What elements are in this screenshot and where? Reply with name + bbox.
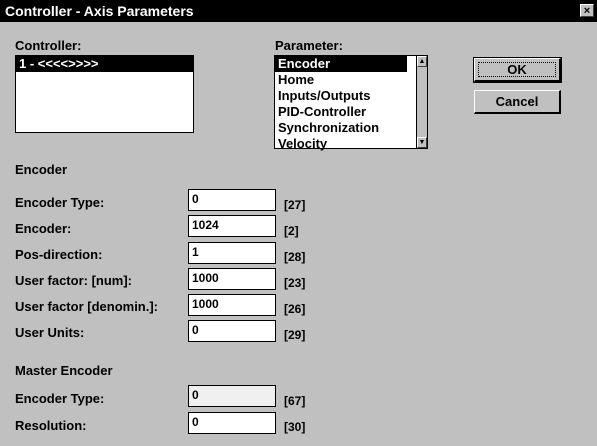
user-factor-denomin-code: [26] — [284, 302, 306, 316]
user-factor-num-code: [23] — [284, 276, 306, 290]
encoder-label: Encoder: — [15, 221, 72, 236]
user-units-field[interactable]: 0 — [188, 320, 276, 342]
controller-listbox[interactable]: 1 - <<<<>>>> — [15, 55, 194, 133]
master-encoder-type-label: Encoder Type: — [15, 391, 105, 406]
resolution-label: Resolution: — [15, 418, 87, 433]
parameter-item-synchronization[interactable]: Synchronization — [275, 120, 427, 136]
axis-parameters-dialog: Controller - Axis Parameters × Controlle… — [0, 0, 597, 446]
resolution-field[interactable]: 0 — [188, 412, 276, 434]
parameter-item-velocity[interactable]: Velocity — [275, 136, 427, 152]
focus-rectangle — [478, 62, 556, 77]
cancel-button[interactable]: Cancel — [474, 90, 561, 114]
resolution-code: [30] — [284, 420, 306, 434]
parameter-listbox[interactable]: Encoder Home Inputs/Outputs PID-Controll… — [274, 55, 428, 152]
encoder-type-label: Encoder Type: — [15, 195, 105, 210]
close-button[interactable]: × — [580, 4, 594, 17]
user-factor-denomin-field[interactable]: 1000 — [188, 294, 276, 316]
window-title: Controller - Axis Parameters — [5, 3, 194, 19]
controller-item[interactable]: 1 - <<<<>>>> — [16, 56, 193, 72]
pos-direction-code: [28] — [284, 250, 306, 264]
user-units-code: [29] — [284, 328, 306, 342]
scroll-down-arrow-icon[interactable]: ▼ — [417, 137, 427, 148]
user-factor-denomin-label: User factor [denomin.]: — [15, 299, 159, 314]
encoder-code: [2] — [284, 224, 299, 238]
parameter-item-home[interactable]: Home — [275, 72, 427, 88]
master-encoder-heading: Master Encoder — [15, 363, 113, 378]
cancel-button-label: Cancel — [495, 94, 539, 109]
master-encoder-type-code: [67] — [284, 394, 306, 408]
pos-direction-field[interactable]: 1 — [188, 242, 276, 264]
ok-button[interactable]: OK — [473, 57, 562, 83]
encoder-field[interactable]: 1024 — [188, 215, 276, 237]
parameter-scrollbar[interactable]: ▲ ▼ — [416, 56, 427, 148]
parameter-item-encoder[interactable]: Encoder — [275, 56, 407, 72]
encoder-heading: Encoder — [15, 162, 68, 177]
user-units-label: User Units: — [15, 325, 85, 340]
user-factor-num-label: User factor: [num]: — [15, 273, 133, 288]
pos-direction-label: Pos-direction: — [15, 247, 103, 262]
encoder-type-code: [27] — [284, 198, 306, 212]
parameter-item-pid-controller[interactable]: PID-Controller — [275, 104, 427, 120]
controller-label: Controller: — [15, 38, 82, 53]
scroll-up-arrow-icon[interactable]: ▲ — [417, 56, 427, 67]
title-bar: Controller - Axis Parameters × — [0, 0, 597, 22]
encoder-type-field[interactable]: 0 — [188, 189, 276, 211]
master-encoder-type-field[interactable]: 0 — [188, 385, 276, 407]
parameter-item-inputs-outputs[interactable]: Inputs/Outputs — [275, 88, 427, 104]
user-factor-num-field[interactable]: 1000 — [188, 268, 276, 290]
parameter-label: Parameter: — [275, 38, 343, 53]
